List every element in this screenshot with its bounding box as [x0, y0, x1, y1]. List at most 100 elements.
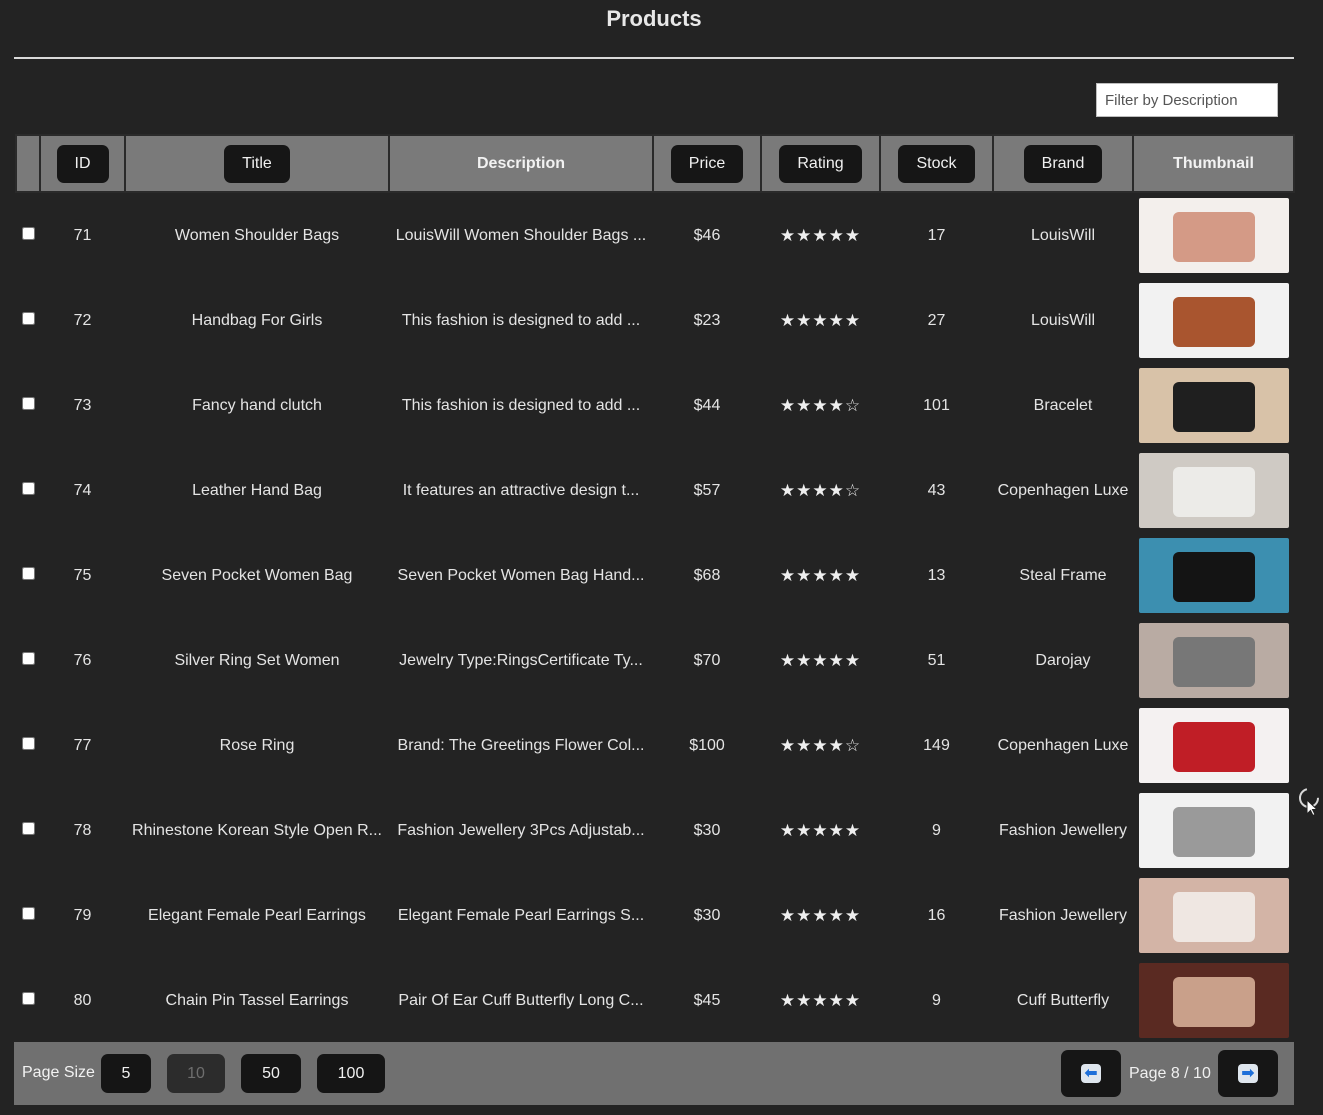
thumbnail-product-shape	[1172, 722, 1255, 772]
sort-id-button[interactable]: ID	[56, 144, 109, 183]
rating-stars: ★★★★★	[779, 650, 862, 670]
row-select-cell	[16, 618, 40, 703]
cell-description: This fashion is designed to add ...	[401, 311, 641, 329]
page-size-5-button[interactable]: 5	[101, 1054, 151, 1093]
row-checkbox[interactable]	[21, 991, 35, 1005]
cell-brand: Fashion Jewellery	[998, 821, 1128, 839]
table-header-row: ID Title Description Price Rating Stock …	[15, 134, 1295, 193]
sort-stock-button[interactable]: Stock	[898, 144, 975, 183]
row-checkbox[interactable]	[21, 906, 35, 920]
row-checkbox[interactable]	[21, 651, 35, 665]
cell-title: Elegant Female Pearl Earrings	[148, 906, 366, 924]
rating-stars: ★★★★★	[779, 990, 862, 1010]
product-thumbnail	[1138, 878, 1289, 953]
next-page-button[interactable]: ➡	[1218, 1050, 1278, 1097]
rating-stars: ★★★★★	[779, 905, 862, 925]
thumbnail-product-shape	[1172, 297, 1255, 347]
thumbnail-product-shape	[1172, 807, 1255, 857]
cell-brand: Copenhagen Luxe	[997, 736, 1129, 754]
product-thumbnail	[1138, 198, 1289, 273]
cell-thumbnail	[1133, 363, 1294, 448]
column-header-id: ID	[39, 134, 126, 193]
cell-title: Women Shoulder Bags	[174, 226, 340, 244]
cell-id: 80	[73, 991, 92, 1009]
row-select-cell	[16, 703, 40, 788]
column-header-description: Description	[388, 134, 654, 193]
thumbnail-product-shape	[1172, 892, 1255, 942]
cell-price: $70	[693, 651, 721, 669]
cell-id: 72	[73, 311, 92, 329]
cell-thumbnail	[1133, 618, 1294, 703]
column-header-thumbnail: Thumbnail	[1132, 134, 1295, 193]
cell-rating: ★★★★★	[761, 958, 880, 1043]
sort-title-button[interactable]: Title	[224, 144, 290, 183]
cell-rating: ★★★★☆	[761, 363, 880, 448]
cell-description: Elegant Female Pearl Earrings S...	[397, 906, 645, 924]
cell-price: $46	[693, 226, 721, 244]
left-arrow-icon: ⬅	[1081, 1064, 1101, 1083]
cell-rating: ★★★★★	[761, 618, 880, 703]
products-table: ID Title Description Price Rating Stock …	[15, 134, 1295, 1043]
rating-stars: ★★★★★	[779, 565, 862, 585]
row-checkbox[interactable]	[21, 226, 35, 240]
page-size-label: Page Size	[22, 1064, 95, 1081]
row-checkbox[interactable]	[21, 566, 35, 580]
filter-description-input[interactable]	[1096, 83, 1278, 117]
loading-cursor-icon	[1299, 788, 1319, 816]
product-thumbnail	[1138, 283, 1289, 358]
product-thumbnail	[1138, 453, 1289, 528]
cell-brand: Fashion Jewellery	[998, 906, 1128, 924]
row-checkbox[interactable]	[21, 821, 35, 835]
title-divider	[14, 57, 1294, 59]
cell-rating: ★★★★☆	[761, 448, 880, 533]
cell-description: Brand: The Greetings Flower Col...	[397, 736, 645, 754]
row-checkbox[interactable]	[21, 736, 35, 750]
cell-brand: LouisWill	[1030, 226, 1095, 244]
cell-description: Jewelry Type:RingsCertificate Ty...	[399, 651, 643, 669]
rating-stars: ★★★★☆	[779, 480, 862, 500]
thumbnail-product-shape	[1172, 467, 1255, 517]
sort-price-button[interactable]: Price	[670, 144, 744, 183]
cell-rating: ★★★★★	[761, 278, 880, 363]
cell-rating: ★★★★☆	[761, 703, 880, 788]
cell-stock: 9	[932, 821, 941, 839]
page-size-100-button[interactable]: 100	[317, 1054, 385, 1093]
sort-brand-button[interactable]: Brand	[1023, 144, 1103, 183]
thumbnail-product-shape	[1172, 212, 1255, 262]
cell-rating: ★★★★★	[761, 533, 880, 618]
table-row: 74 Leather Hand Bag It features an attract…	[16, 448, 1294, 533]
row-select-cell	[16, 192, 40, 278]
row-checkbox[interactable]	[21, 396, 35, 410]
cell-rating: ★★★★★	[761, 788, 880, 873]
pagination-bar: Page Size 5 10 50 100 ⬅ Page 8 / 10 ➡	[14, 1042, 1294, 1105]
column-header-brand: Brand	[992, 134, 1134, 193]
cell-price: $45	[693, 991, 721, 1009]
cell-thumbnail	[1133, 192, 1294, 278]
cell-price: $44	[693, 396, 721, 414]
cell-price: $30	[693, 821, 721, 839]
cell-thumbnail	[1133, 703, 1294, 788]
cell-title: Handbag For Girls	[191, 311, 323, 329]
row-select-cell	[16, 363, 40, 448]
cell-rating: ★★★★★	[761, 192, 880, 278]
row-checkbox[interactable]	[21, 311, 35, 325]
cell-title: Rhinestone Korean Style Open R...	[132, 821, 382, 839]
product-thumbnail	[1138, 623, 1289, 698]
page-size-10-button[interactable]: 10	[167, 1054, 225, 1093]
sort-rating-button[interactable]: Rating	[779, 144, 862, 183]
cell-title: Fancy hand clutch	[192, 396, 322, 414]
table-row: 79 Elegant Female Pearl Earrings Elegant F…	[16, 873, 1294, 958]
cell-thumbnail	[1133, 278, 1294, 363]
cell-description: Seven Pocket Women Bag Hand...	[397, 566, 645, 584]
cell-stock: 9	[932, 991, 941, 1009]
select-column-header	[15, 134, 41, 193]
row-checkbox[interactable]	[21, 481, 35, 495]
page-size-50-button[interactable]: 50	[241, 1054, 301, 1093]
previous-page-button[interactable]: ⬅	[1061, 1050, 1121, 1097]
cell-brand: LouisWill	[1030, 311, 1095, 329]
cell-stock: 43	[927, 481, 946, 499]
cell-brand: Darojay	[1035, 651, 1091, 669]
thumbnail-product-shape	[1172, 552, 1255, 602]
table-row: 77 Rose Ring Brand: The Greetings Flower C…	[16, 703, 1294, 788]
table-body: 71 Women Shoulder Bags LouisWill Women Sho…	[16, 192, 1294, 1043]
